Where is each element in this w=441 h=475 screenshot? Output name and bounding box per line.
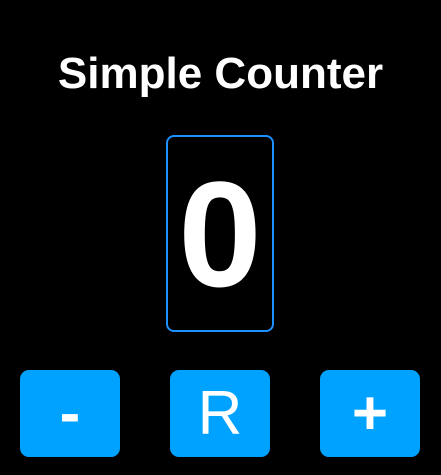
page-title: Simple Counter [57, 49, 384, 98]
counter-display: 0 [166, 135, 274, 332]
decrement-button[interactable]: - [20, 370, 120, 457]
counter-value: 0 [178, 149, 262, 318]
increment-button[interactable]: + [320, 370, 420, 457]
reset-button[interactable]: R [170, 370, 270, 457]
